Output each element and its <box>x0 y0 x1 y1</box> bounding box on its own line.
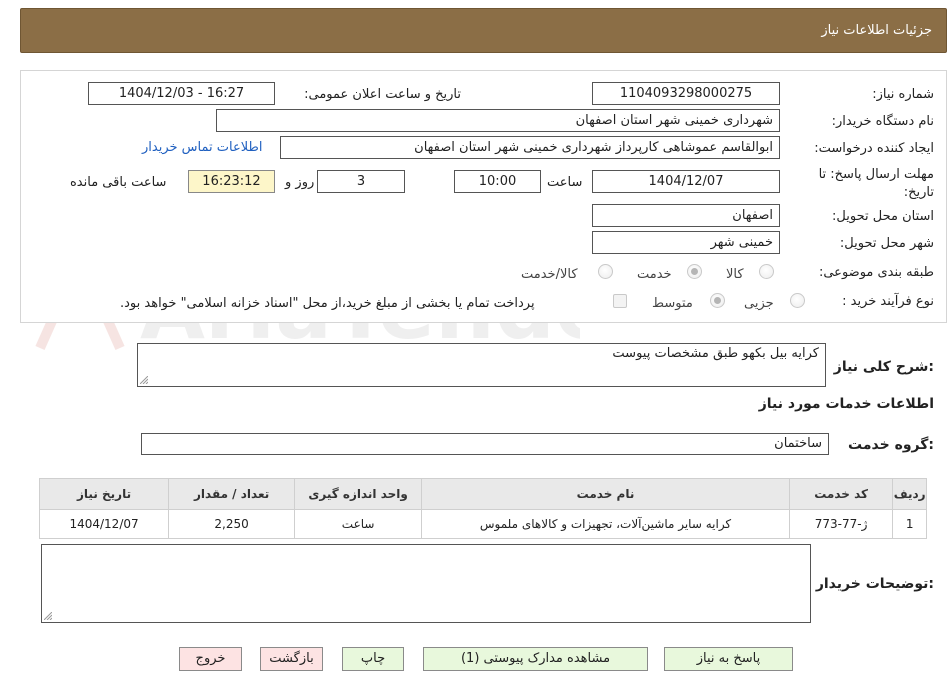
province-label: استان محل تحویل: <box>832 209 934 224</box>
remaining-label: ساعت باقی مانده <box>70 175 167 190</box>
resize-grip-icon[interactable] <box>140 376 148 384</box>
category-goods-radio[interactable] <box>759 264 774 279</box>
category-both-label: کالا/خدمت <box>521 267 578 282</box>
buyer-notes-label: توضیحات خریدار: <box>815 576 934 592</box>
exit-button[interactable]: خروج <box>179 647 242 671</box>
days-field: 3 <box>317 170 405 193</box>
buyer-notes-textarea[interactable] <box>41 544 811 623</box>
need-number-field: 1104093298000275 <box>592 82 780 105</box>
col-qty-header: تعداد / مقدار <box>168 478 296 510</box>
services-table: ردیف کد خدمت نام خدمت واحد اندازه گیری ت… <box>38 478 927 539</box>
print-button[interactable]: چاپ <box>342 647 404 671</box>
category-service-radio[interactable] <box>687 264 702 279</box>
buyer-contact-link[interactable]: اطلاعات تماس خریدار <box>142 140 262 155</box>
treasury-payment-note: پرداخت تمام یا بخشی از مبلغ خرید،از محل … <box>120 296 535 311</box>
table-row: 1 ژ-77-773 کرایه سایر ماشین‌آلات، تجهیزا… <box>38 509 927 539</box>
category-both-radio[interactable] <box>598 264 613 279</box>
buyer-org-label: نام دستگاه خریدار: <box>831 114 934 129</box>
cell-quantity: 2,250 <box>168 509 296 539</box>
page-header: جزئیات اطلاعات نیاز <box>20 8 947 53</box>
category-service-label: خدمت <box>637 267 672 282</box>
province-field: اصفهان <box>592 204 780 227</box>
service-group-field: ساختمان <box>141 433 829 455</box>
purchase-minor-label: جزیی <box>744 296 774 311</box>
buyer-org-field: شهرداری خمینی شهر استان اصفهان <box>216 109 780 132</box>
purchase-medium-radio[interactable] <box>710 293 725 308</box>
deadline-time-label: ساعت <box>547 175 583 190</box>
purchase-type-label: نوع فرآیند خرید : <box>842 294 934 309</box>
announce-date-field: 1404/12/03 - 16:27 <box>88 82 275 105</box>
deadline-label: مهلت ارسال پاسخ: تا تاریخ: <box>818 167 934 200</box>
category-label: طبقه بندی موضوعی: <box>818 265 934 280</box>
services-section-title: اطلاعات خدمات مورد نیاز <box>758 396 934 412</box>
need-number-label: شماره نیاز: <box>872 87 934 102</box>
purchase-minor-radio[interactable] <box>790 293 805 308</box>
view-attachments-button[interactable]: مشاهده مدارک پیوستی (1) <box>423 647 648 671</box>
summary-text: کرایه بیل بکهو طبق مشخصات پیوست <box>612 346 819 361</box>
purchase-medium-label: متوسط <box>652 296 693 311</box>
summary-label: شرح کلی نیاز: <box>833 359 934 375</box>
services-table-header: ردیف کد خدمت نام خدمت واحد اندازه گیری ت… <box>38 478 927 510</box>
cell-row-number: 1 <box>892 509 927 539</box>
reply-button[interactable]: پاسخ به نیاز <box>664 647 793 671</box>
cell-service-name: کرایه سایر ماشین‌آلات، تجهیزات و کالاهای… <box>421 509 790 539</box>
deadline-time-field: 10:00 <box>454 170 541 193</box>
days-label: روز و <box>285 175 315 190</box>
col-name-header: نام خدمت <box>421 478 790 510</box>
city-label: شهر محل تحویل: <box>839 236 934 251</box>
service-group-label: گروه خدمت: <box>848 437 934 453</box>
category-goods-label: کالا <box>726 267 744 282</box>
cell-need-date: 1404/12/07 <box>38 509 170 539</box>
summary-textarea[interactable]: کرایه بیل بکهو طبق مشخصات پیوست <box>137 343 826 387</box>
cell-service-code: ژ-77-773 <box>788 509 894 539</box>
col-row-header: ردیف <box>892 478 927 510</box>
resize-grip-icon[interactable] <box>44 612 52 620</box>
col-unit-header: واحد اندازه گیری <box>294 478 423 510</box>
col-code-header: کد خدمت <box>788 478 894 510</box>
treasury-payment-checkbox[interactable] <box>613 294 627 308</box>
creator-label: ایجاد کننده درخواست: <box>814 141 934 156</box>
city-field: خمینی شهر <box>592 231 780 254</box>
page-title: جزئیات اطلاعات نیاز <box>821 23 932 38</box>
back-button[interactable]: بازگشت <box>260 647 323 671</box>
creator-field: ابوالقاسم عموشاهی کارپرداز شهرداری خمینی… <box>280 136 780 159</box>
deadline-date-field: 1404/12/07 <box>592 170 780 193</box>
remaining-time-field: 16:23:12 <box>188 170 275 193</box>
cell-unit: ساعت <box>294 509 423 539</box>
announce-date-label: تاریخ و ساعت اعلان عمومی: <box>304 87 461 102</box>
col-date-header: تاریخ نیاز <box>38 478 170 510</box>
